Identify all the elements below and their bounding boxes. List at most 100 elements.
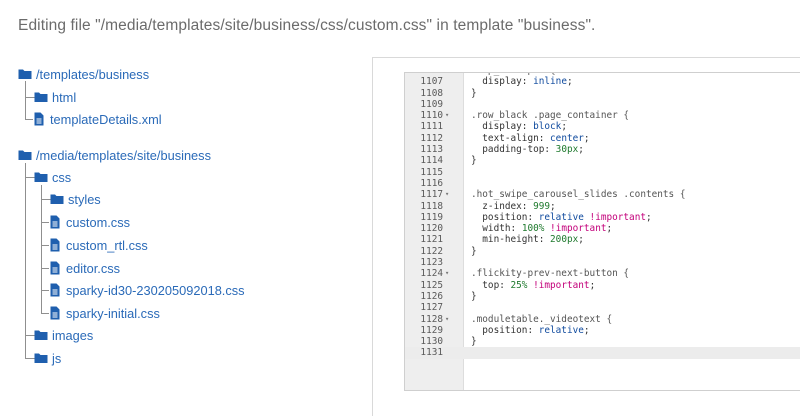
code-line[interactable]: 1129 position: relative; bbox=[405, 325, 800, 336]
line-number: 1120 bbox=[420, 223, 443, 235]
fold-arrow-icon[interactable]: ▾ bbox=[445, 314, 455, 325]
code-line[interactable]: 1121 min-height: 200px; bbox=[405, 234, 800, 245]
code-line[interactable]: 1111 display: block; bbox=[405, 121, 800, 132]
code-line[interactable]: 1127 bbox=[405, 302, 800, 313]
code-text: } bbox=[471, 88, 477, 99]
code-line[interactable]: 1130} bbox=[405, 336, 800, 347]
code-token: top: bbox=[471, 279, 511, 291]
tree-label: sparky-initial.css bbox=[66, 305, 160, 321]
line-number: 1127 bbox=[420, 302, 443, 314]
code-line[interactable]: 1108} bbox=[405, 88, 800, 99]
tree-folder-js[interactable]: js bbox=[34, 349, 61, 367]
code-text: position: relative; bbox=[471, 324, 590, 336]
code-token: !important bbox=[533, 279, 590, 291]
tree-file-templatedetails[interactable]: templateDetails.xml bbox=[32, 110, 162, 128]
code-text: width: 100% !important; bbox=[471, 223, 612, 234]
code-line[interactable]: 1126} bbox=[405, 291, 800, 302]
code-token: center bbox=[550, 132, 584, 144]
code-token: block bbox=[533, 121, 562, 133]
code-line[interactable]: 1117 ▾ .hot_swipe_carousel_slides .content… bbox=[405, 189, 800, 200]
line-number: 1121 bbox=[420, 234, 443, 246]
code-line[interactable]: 1109 bbox=[405, 99, 800, 110]
tree-label: custom_rtl.css bbox=[66, 237, 148, 253]
tree-folder-media-business[interactable]: /media/templates/site/business bbox=[18, 146, 211, 164]
tree-label: html bbox=[52, 89, 77, 105]
file-tree: /templates/business html templateDetails… bbox=[0, 0, 372, 415]
code-line[interactable]: 1124 ▾ .flickity-prev-next-button { bbox=[405, 268, 800, 279]
code-text: display: inline; bbox=[471, 76, 573, 88]
code-token: 100% bbox=[521, 223, 545, 235]
fold-arrow-icon[interactable]: ▾ bbox=[445, 189, 455, 200]
line-number: 1109 bbox=[420, 98, 443, 110]
tree-file-editor-css[interactable]: editor.css bbox=[48, 259, 120, 277]
code-text: } bbox=[471, 336, 477, 347]
code-line[interactable]: 1115 bbox=[405, 167, 800, 178]
file-icon bbox=[48, 238, 62, 252]
line-number: 1110 bbox=[420, 110, 443, 122]
code-token: } bbox=[471, 87, 477, 99]
line-number: 1117 bbox=[420, 189, 443, 201]
code-line[interactable]: 1123 bbox=[405, 257, 800, 268]
code-line[interactable]: 1122} bbox=[405, 246, 800, 257]
line-number: 1107 bbox=[420, 76, 443, 88]
file-icon bbox=[48, 306, 62, 320]
code-text: } bbox=[471, 155, 477, 166]
tree-label: editor.css bbox=[66, 260, 121, 276]
fold-arrow-icon[interactable]: ▾ bbox=[445, 268, 455, 279]
code-token: ; bbox=[566, 76, 573, 88]
code-token: 999 bbox=[533, 200, 551, 212]
tree-folder-styles[interactable]: styles bbox=[50, 190, 101, 208]
tree-folder-images[interactable]: images bbox=[34, 326, 93, 344]
tree-label: custom.css bbox=[66, 214, 130, 230]
line-number: 1115 bbox=[420, 166, 443, 178]
code-token: ; bbox=[589, 279, 596, 291]
code-line[interactable]: 1118 z-index: 999; bbox=[405, 201, 800, 212]
code-line[interactable]: 1112 text-align: center; bbox=[405, 133, 800, 144]
file-icon bbox=[48, 261, 62, 275]
code-token: .flickity-prev-next-button { bbox=[471, 268, 630, 280]
code-token: relative bbox=[538, 211, 584, 223]
tree-label: /templates/business bbox=[36, 66, 150, 82]
code-token: } bbox=[471, 290, 477, 302]
code-token: 200px bbox=[550, 234, 579, 246]
tree-file-sparky-id30-css[interactable]: sparky-id30-230205092018.css bbox=[48, 281, 245, 299]
tree-label: sparky-id30-230205092018.css bbox=[66, 282, 245, 298]
tree-label: styles bbox=[68, 191, 101, 207]
code-line[interactable]: 1125 top: 25% !important; bbox=[405, 280, 800, 291]
code-line[interactable]: 1110 ▾ .row_black .page_container { bbox=[405, 110, 800, 121]
line-number: 1128 bbox=[420, 313, 443, 325]
code-line[interactable]: 1128 ▾ .moduletable._videotext { bbox=[405, 314, 800, 325]
code-token: position: bbox=[471, 324, 539, 336]
code-line[interactable]: 1113 padding-top: 30px; bbox=[405, 144, 800, 155]
code-line[interactable]: 1107 display: inline; bbox=[405, 76, 800, 87]
code-line[interactable]: 1119 position: relative !important; bbox=[405, 212, 800, 223]
folder-icon bbox=[50, 192, 64, 206]
code-editor[interactable]: 1106▾.top_row span {1107 display: inline… bbox=[404, 72, 800, 391]
code-line[interactable]: 1120 width: 100% !important; bbox=[405, 223, 800, 234]
code-token: ; bbox=[578, 144, 584, 156]
code-line[interactable]: 1131 bbox=[405, 347, 800, 359]
code-token: .row_black .page_container { bbox=[471, 110, 630, 122]
code-line[interactable]: 1114} bbox=[405, 155, 800, 166]
code-lines: 1106▾.top_row span {1107 display: inline… bbox=[405, 73, 800, 359]
code-text: min-height: 200px; bbox=[471, 234, 584, 245]
tree-folder-html[interactable]: html bbox=[34, 88, 76, 106]
code-text: .row_black .page_container { bbox=[471, 110, 629, 121]
code-token: } bbox=[471, 245, 477, 257]
code-text: .flickity-prev-next-button { bbox=[471, 268, 629, 279]
tree-file-sparky-initial-css[interactable]: sparky-initial.css bbox=[48, 304, 160, 322]
tree-file-custom-rtl-css[interactable]: custom_rtl.css bbox=[48, 236, 148, 254]
line-number: 1114 bbox=[420, 155, 443, 167]
fold-arrow-icon[interactable]: ▾ bbox=[445, 110, 455, 121]
folder-icon bbox=[34, 170, 48, 184]
code-token: ; bbox=[583, 324, 590, 336]
code-token: ; bbox=[578, 234, 584, 246]
code-line[interactable]: 1116 bbox=[405, 178, 800, 189]
tree-folder-templates-business[interactable]: /templates/business bbox=[18, 65, 149, 83]
code-text: .hot_swipe_carousel_slides .contents { bbox=[471, 189, 685, 200]
tree-label: js bbox=[52, 350, 62, 366]
code-token: ; bbox=[583, 132, 590, 144]
tree-folder-css[interactable]: css bbox=[34, 168, 71, 186]
tree-file-custom-css[interactable]: custom.css bbox=[48, 213, 130, 231]
line-number: 1131 bbox=[420, 347, 443, 359]
